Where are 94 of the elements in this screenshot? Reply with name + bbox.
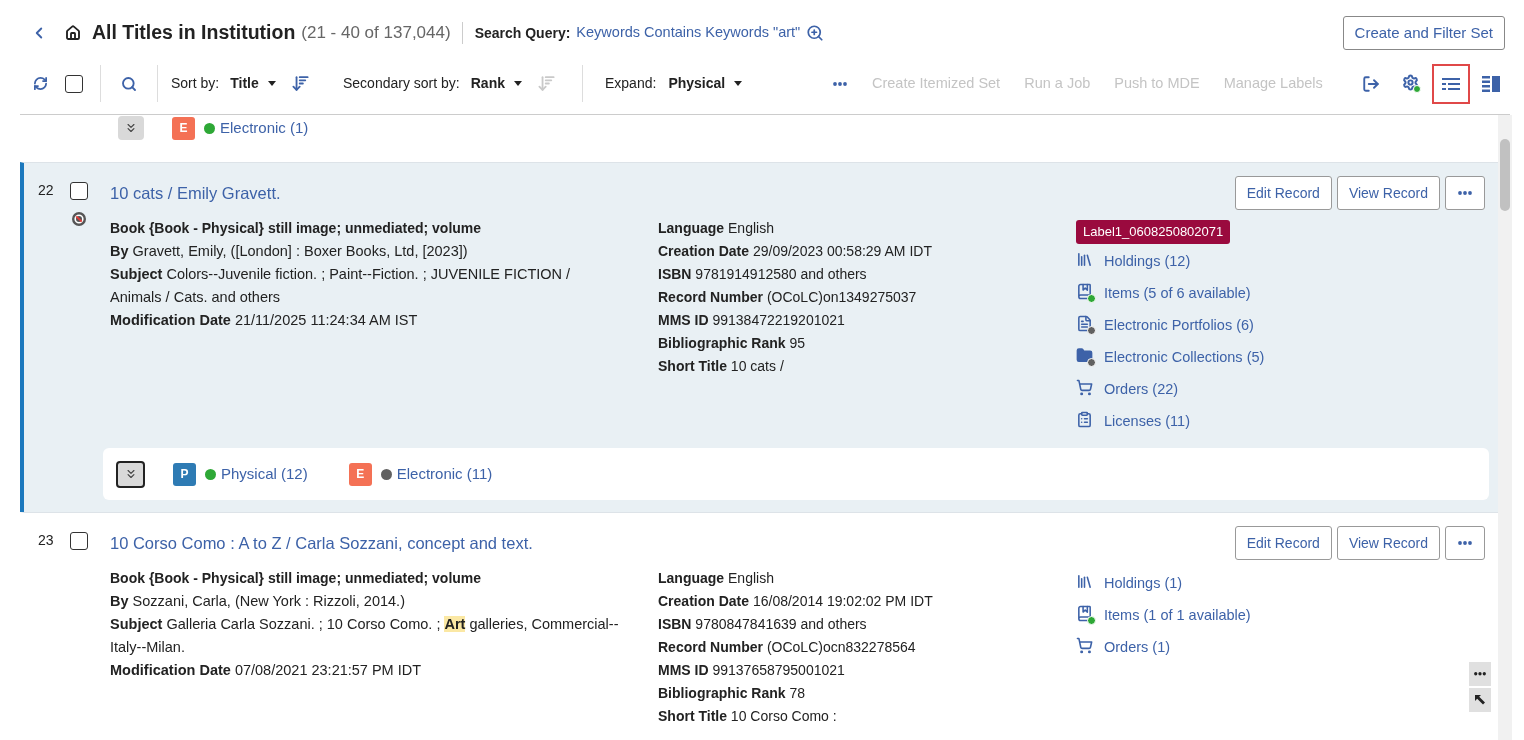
export-icon <box>1362 74 1380 93</box>
record-link[interactable]: Electronic Portfolios (6) <box>1104 313 1254 337</box>
record-button[interactable]: View Record <box>1336 526 1440 560</box>
inventory-link[interactable]: Electronic (11) <box>396 462 493 486</box>
list-view-icon <box>1442 76 1460 91</box>
record-link[interactable]: Holdings (1) <box>1104 571 1183 595</box>
record-label-tag[interactable]: Label1_0608250802071 <box>1076 220 1231 244</box>
record-link[interactable]: Holdings (12) <box>1104 249 1191 273</box>
record-title[interactable]: 10 cats / Emily Gravett. <box>110 180 281 206</box>
record-field: Bibliographic Rank 78 <box>658 682 1076 705</box>
checkbox[interactable] <box>65 74 83 93</box>
clipboard-icon <box>1076 411 1093 428</box>
cart-icon <box>1076 637 1093 654</box>
record-field: Creation Date 29/09/2023 00:58:29 AM IDT <box>658 240 1076 263</box>
record-format: Book {Book - Physical} still image; unmediated; volume <box>110 569 483 588</box>
search-button[interactable] <box>121 75 137 92</box>
checkbox[interactable] <box>70 182 88 200</box>
result-count: (21 - 40 of 137,044) <box>301 22 451 45</box>
books-icon <box>1076 251 1093 268</box>
record-field: Language English <box>658 567 1076 590</box>
ellipsis-icon <box>1474 672 1486 676</box>
record-field: Short Title 10 cats / <box>658 355 1076 378</box>
more-button[interactable] <box>1469 662 1491 686</box>
record-link[interactable]: Items (5 of 6 available) <box>1104 281 1251 305</box>
refresh-button[interactable] <box>33 76 48 91</box>
record-button[interactable]: Edit Record <box>1234 526 1332 560</box>
sort-label: Secondary sort by: <box>343 74 460 93</box>
record-field: ISBN 9781914912580 and others <box>658 263 1076 286</box>
record-detail: Subject Colors--Juvenile fiction. ; Paint--Fiction. ; JUVENILE FICTION / Animals / Cats. and others <box>110 265 572 307</box>
cart-icon <box>1076 379 1093 396</box>
sort-dropdown[interactable]: Rank <box>470 73 522 94</box>
format-badge: P <box>173 462 196 486</box>
record-format: Book {Book - Physical} still image; unmediated; volume <box>110 219 483 238</box>
sort-dropdown[interactable]: Title <box>230 73 276 94</box>
document-icon <box>1076 315 1093 332</box>
expand-dropdown[interactable]: Physical <box>668 73 743 94</box>
folder-icon <box>1076 347 1093 364</box>
list-view-button[interactable] <box>1432 63 1470 104</box>
record-field: Record Number (OCoLC)on1349275037 <box>658 286 1076 309</box>
format-badge: E <box>348 462 372 486</box>
search-icon <box>121 75 137 92</box>
page-title: All Titles in Institution <box>92 20 296 46</box>
search-query-link[interactable]: Keywords Contains Keywords "art" <box>576 22 801 44</box>
record-title[interactable]: 10 Corso Como : A to Z / Carla Sozzani, concept and text. <box>110 530 533 556</box>
record-field: Creation Date 16/08/2014 19:02:02 PM IDT <box>658 590 1076 613</box>
record-button[interactable]: Edit Record <box>1234 176 1332 210</box>
create-filter-set-button[interactable]: Create and Filter Set <box>1342 16 1505 50</box>
format-badge: E <box>172 116 195 140</box>
settings-icon <box>1401 74 1421 93</box>
sort-label: Sort by: <box>171 74 220 93</box>
record-detail: By Sozzani, Carla, (New York : Rizzoli, 2014.) <box>110 592 406 611</box>
record-detail: Modification Date 07/08/2021 23:21:57 PM IDT <box>110 661 423 680</box>
caret-icon <box>513 81 522 86</box>
book-icon <box>1076 605 1093 622</box>
caret-icon <box>267 81 276 86</box>
record-button[interactable]: View Record <box>1336 176 1440 210</box>
record-link[interactable]: Orders (22) <box>1104 377 1179 401</box>
record-link[interactable]: Electronic Collections (5) <box>1104 345 1265 369</box>
books-icon <box>1076 573 1093 590</box>
record-link[interactable]: Items (1 of 1 available) <box>1104 603 1251 627</box>
split-view-icon <box>1482 75 1500 92</box>
expand-button[interactable] <box>116 460 145 488</box>
record-field: ISBN 9780847841639 and others <box>658 613 1076 636</box>
record-detail: By Gravett, Emily, ([London] : Boxer Books, Ltd, [2023]) <box>110 242 469 261</box>
zoom-in-icon[interactable] <box>806 24 825 42</box>
record-field: MMS ID 99137658795001021 <box>658 659 1076 682</box>
inventory-link[interactable]: Electronic (1) <box>220 116 309 140</box>
checkbox[interactable] <box>70 532 88 550</box>
record-field: Record Number (OCoLC)ocn832278564 <box>658 636 1076 659</box>
refresh-icon <box>33 76 48 91</box>
arrow-button[interactable] <box>1469 688 1491 712</box>
record-detail: Modification Date 21/11/2025 11:24:34 AM IST <box>110 311 419 330</box>
ellipsis-icon <box>1458 191 1472 195</box>
ellipsis-icon[interactable] <box>833 81 847 86</box>
home-icon[interactable] <box>65 25 81 41</box>
record-link[interactable]: Orders (1) <box>1104 635 1171 659</box>
double-chevron-down-icon <box>124 121 138 135</box>
record-field: Short Title 10 Corso Como : <box>658 705 1076 728</box>
record-number: 23 <box>38 532 55 550</box>
ellipsis-icon <box>1458 541 1472 545</box>
scrollbar-thumb[interactable] <box>1500 139 1510 211</box>
expand-label: Expand: <box>605 74 657 93</box>
search-query-label: Search Query: <box>474 23 571 43</box>
arrow-up-left-icon <box>1475 695 1485 705</box>
record-detail: Subject Galleria Carla Sozzani. ; 10 Corso Como. ; Art galleries, Commercial--Italy--Milan. <box>110 615 620 657</box>
record-link[interactable]: Licenses (11) <box>1104 409 1190 433</box>
record-field: Bibliographic Rank 95 <box>658 332 1076 355</box>
caret-icon <box>734 81 743 86</box>
record-field: Language English <box>658 217 1076 240</box>
record-field: MMS ID 99138472219201021 <box>658 309 1076 332</box>
inventory-link[interactable]: Physical (12) <box>221 462 308 486</box>
book-icon <box>1076 283 1093 300</box>
sort-order-icon[interactable] <box>290 74 310 93</box>
record-number: 22 <box>38 182 55 200</box>
